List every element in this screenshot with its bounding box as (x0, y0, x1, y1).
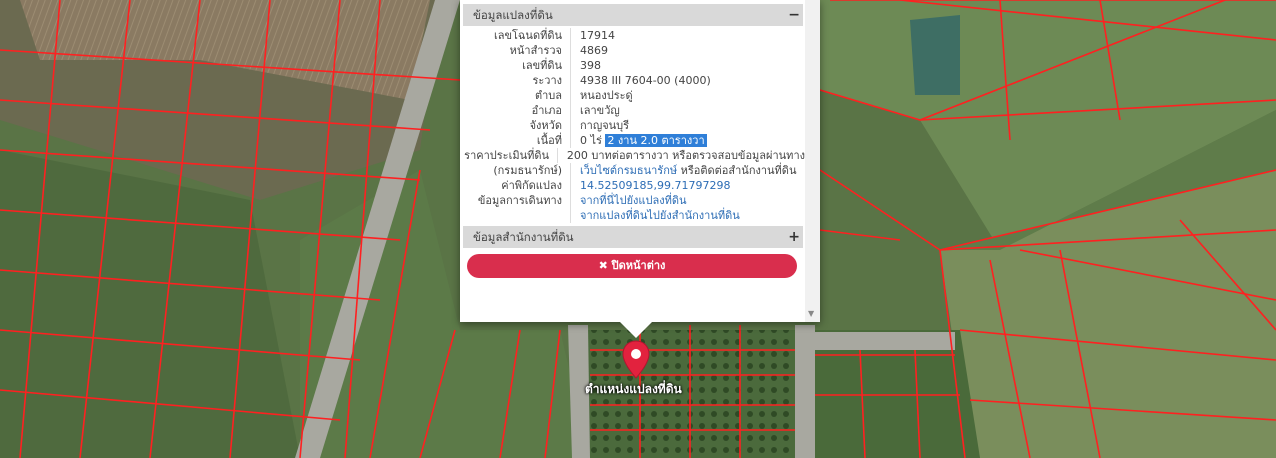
parcel-info-popup: ข้อมูลแปลงที่ดิน − เลขโฉนดที่ดิน 17914 หน… (460, 0, 820, 338)
close-window-button[interactable]: ✖ ปิดหน้าต่าง (467, 254, 797, 278)
section-parcel-header[interactable]: ข้อมูลแปลงที่ดิน − (463, 4, 803, 26)
section-office-title: ข้อมูลสำนักงานที่ดิน (473, 230, 574, 244)
treasury-website-link[interactable]: เว็บไซต์กรมธนารักษ์ (580, 164, 677, 177)
area-highlight: 2 งาน 2.0 ตารางวา (605, 134, 707, 147)
detail-row-price: ราคาประเมินที่ดิน 200 บาทต่อตารางวา หรือต… (464, 148, 805, 163)
parcel-detail-rows: เลขโฉนดที่ดิน 17914 หน้าสำรวจ 4869 เลขที่ด… (460, 28, 805, 223)
detail-row-subdistrict: ตำบล หนองประดู่ (534, 88, 633, 103)
detail-row-map-sheet: ระวาง 4938 III 7604-00 (4000) (532, 73, 711, 88)
detail-row-route: ข้อมูลการเดินทาง จากที่นี่ไปยังแปลงที่ดิน (477, 193, 687, 208)
route-to-parcel-link[interactable]: จากที่นี่ไปยังแปลงที่ดิน (580, 193, 686, 208)
detail-row-province: จังหวัด กาญจนบุรี (529, 118, 630, 133)
collapse-icon[interactable]: − (788, 4, 800, 26)
map-pin-icon[interactable] (622, 340, 650, 380)
section-office-header[interactable]: ข้อมูลสำนักงานที่ดิน + (463, 226, 803, 248)
detail-row-coords: ค่าพิกัดแปลง 14.52509185,99.71797298 (501, 178, 731, 193)
detail-row-survey-page: หน้าสำรวจ 4869 (509, 43, 608, 58)
popup-scrollbar[interactable]: ▼ (805, 0, 820, 322)
detail-row-route-2: จากแปลงที่ดินไปยังสำนักงานที่ดิน (460, 208, 805, 223)
detail-row-department: (กรมธนารักษ์) เว็บไซต์กรมธนารักษ์ หรือติ… (493, 163, 797, 178)
expand-icon[interactable]: + (788, 226, 800, 248)
area-rai: 0 ไร่ (580, 134, 602, 147)
route-to-office-link[interactable]: จากแปลงที่ดินไปยังสำนักงานที่ดิน (580, 208, 740, 223)
detail-row-parcel-no: เลขที่ดิน 398 (522, 58, 601, 73)
detail-row-district: อำเภอ เลาขวัญ (531, 103, 620, 118)
marker-label: ตำแหน่งแปลงที่ดิน (585, 382, 682, 396)
coords-link[interactable]: 14.52509185,99.71797298 (580, 178, 730, 193)
detail-row-area: เนื้อที่ 0 ไร่ 2 งาน 2.0 ตารางวา (536, 133, 707, 148)
section-parcel-title: ข้อมูลแปลงที่ดิน (473, 8, 553, 22)
scroll-down-icon[interactable]: ▼ (808, 309, 814, 318)
detail-row-deed: เลขโฉนดที่ดิน 17914 (494, 28, 615, 43)
